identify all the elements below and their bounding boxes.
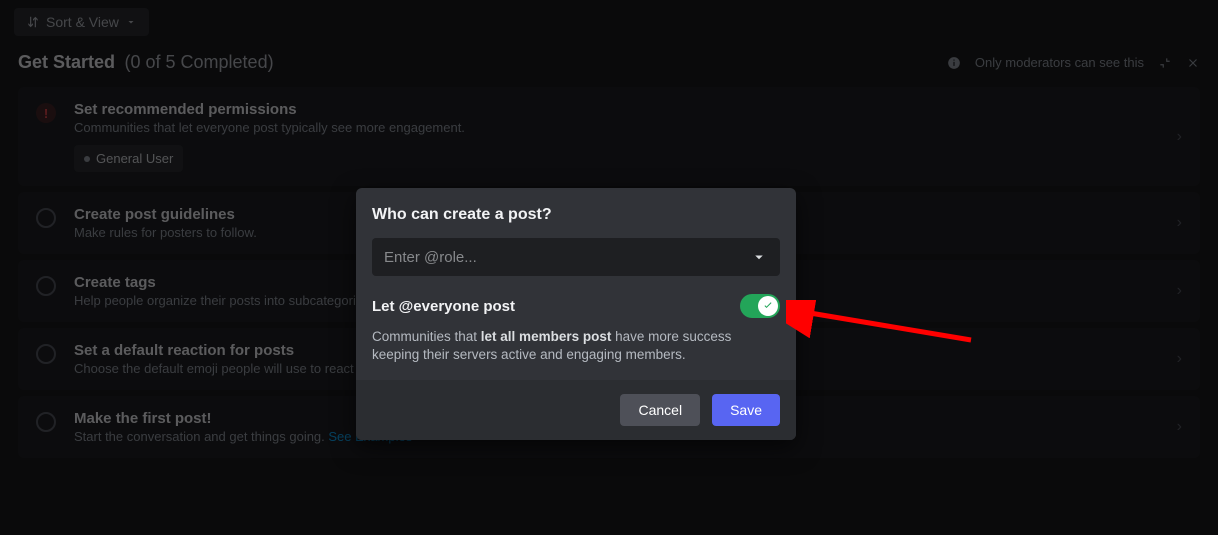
role-chip: General User xyxy=(74,145,183,172)
chevron-right-icon: › xyxy=(1177,418,1182,436)
warn-icon xyxy=(36,103,56,123)
collapse-icon[interactable] xyxy=(1158,56,1172,70)
mod-note: Only moderators can see this xyxy=(975,55,1144,70)
unchecked-icon xyxy=(36,276,56,296)
role-select[interactable]: Enter @role... xyxy=(372,238,780,276)
checklist-subtitle: Communities that let everyone post typic… xyxy=(74,120,1182,135)
modal-footer: Cancel Save xyxy=(356,380,796,440)
everyone-post-toggle[interactable] xyxy=(740,294,780,318)
post-permissions-modal: Who can create a post? Enter @role... Le… xyxy=(356,188,796,440)
info-icon xyxy=(947,56,961,70)
role-chip-label: General User xyxy=(96,151,173,166)
sort-view-label: Sort & View xyxy=(46,14,119,30)
chevron-right-icon: › xyxy=(1177,282,1182,300)
toggle-label: Let @everyone post xyxy=(372,298,515,315)
page-title: Get Started xyxy=(18,52,115,72)
chevron-right-icon: › xyxy=(1177,214,1182,232)
save-button[interactable]: Save xyxy=(712,394,780,426)
close-icon[interactable] xyxy=(1186,56,1200,70)
modal-title: Who can create a post? xyxy=(372,206,780,224)
unchecked-icon xyxy=(36,208,56,228)
toggle-knob xyxy=(758,296,778,316)
section-header: Get Started (0 of 5 Completed) Only mode… xyxy=(0,44,1218,87)
modal-description: Communities that let all members post ha… xyxy=(372,328,780,364)
chevron-right-icon: › xyxy=(1177,128,1182,146)
chevron-right-icon: › xyxy=(1177,350,1182,368)
annotation-arrow xyxy=(786,300,986,360)
sort-view-button[interactable]: Sort & View xyxy=(14,8,149,36)
role-select-placeholder: Enter @role... xyxy=(384,249,477,266)
sort-icon xyxy=(26,15,40,29)
progress-count: (0 of 5 Completed) xyxy=(119,52,273,72)
unchecked-icon xyxy=(36,412,56,432)
checklist-item-permissions[interactable]: Set recommended permissions Communities … xyxy=(18,87,1200,186)
role-dot-icon xyxy=(84,156,90,162)
unchecked-icon xyxy=(36,344,56,364)
cancel-button[interactable]: Cancel xyxy=(620,394,700,426)
chevron-down-icon xyxy=(750,248,768,266)
checklist-title: Set recommended permissions xyxy=(74,101,1182,118)
chevron-down-icon xyxy=(125,16,137,28)
check-icon xyxy=(762,300,774,312)
